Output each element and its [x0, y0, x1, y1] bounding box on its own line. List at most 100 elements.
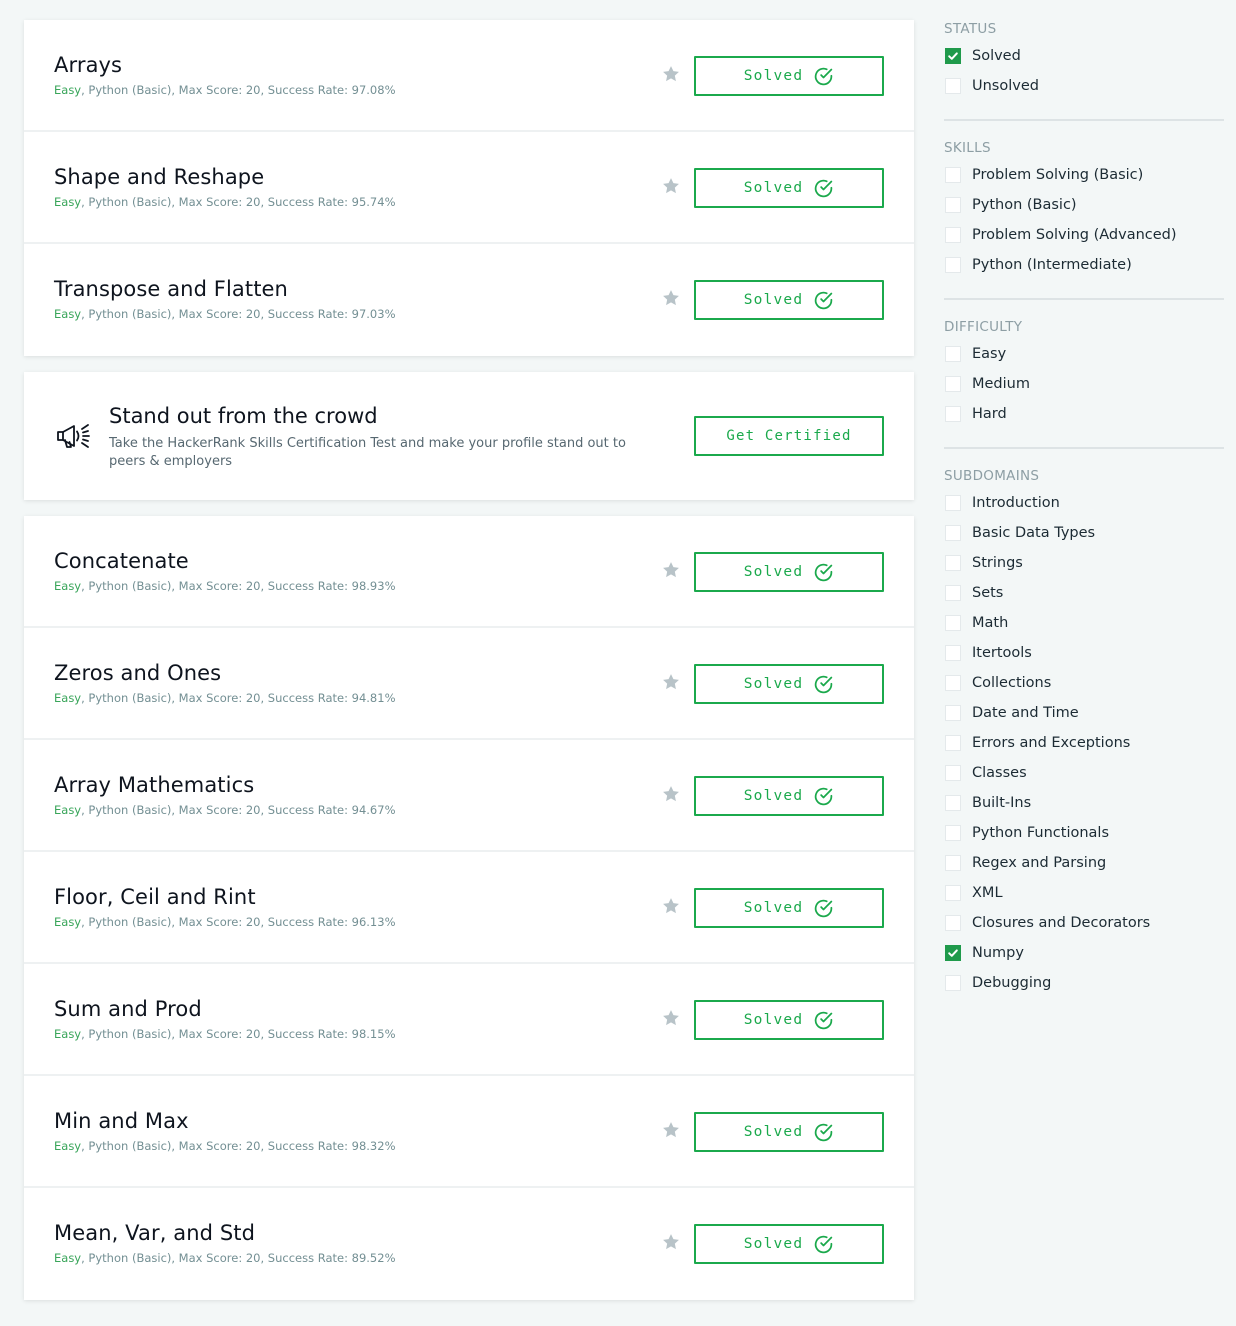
- challenge-title[interactable]: Sum and Prod: [54, 997, 202, 1021]
- filter-option[interactable]: Built-Ins: [944, 788, 1224, 818]
- challenge-group: Arrays Easy, Python (Basic), Max Score: 2…: [24, 20, 914, 356]
- checkbox[interactable]: [945, 855, 961, 871]
- filter-option[interactable]: Python Functionals: [944, 818, 1224, 848]
- filter-option[interactable]: Strings: [944, 548, 1224, 578]
- filter-section-subdomains: SUBDOMAINS Introduction Basic Data Types St…: [944, 467, 1224, 1016]
- filter-option[interactable]: Classes: [944, 758, 1224, 788]
- filter-option[interactable]: Date and Time: [944, 698, 1224, 728]
- challenge-card[interactable]: Mean, Var, and Std Easy, Python (Basic), …: [24, 1188, 914, 1300]
- checkbox[interactable]: [945, 346, 961, 362]
- filter-option[interactable]: Hard: [944, 399, 1224, 429]
- checkbox[interactable]: [945, 78, 961, 94]
- filter-option[interactable]: Unsolved: [944, 71, 1224, 101]
- star-icon[interactable]: [661, 64, 681, 84]
- challenge-card[interactable]: Transpose and Flatten Easy, Python (Basic…: [24, 244, 914, 356]
- filter-option[interactable]: Introduction: [944, 488, 1224, 518]
- star-icon[interactable]: [661, 896, 681, 916]
- filter-option[interactable]: Errors and Exceptions: [944, 728, 1224, 758]
- filter-option[interactable]: Problem Solving (Advanced): [944, 220, 1224, 250]
- filter-option[interactable]: Collections: [944, 668, 1224, 698]
- challenge-title[interactable]: Transpose and Flatten: [54, 277, 288, 301]
- checkbox[interactable]: [945, 915, 961, 931]
- checkbox[interactable]: [945, 825, 961, 841]
- star-icon[interactable]: [661, 560, 681, 580]
- checkbox[interactable]: [945, 257, 961, 273]
- challenge-card[interactable]: Min and Max Easy, Python (Basic), Max Sco…: [24, 1076, 914, 1188]
- filter-option[interactable]: Medium: [944, 369, 1224, 399]
- checkbox[interactable]: [945, 945, 961, 961]
- challenge-card[interactable]: Sum and Prod Easy, Python (Basic), Max Sc…: [24, 964, 914, 1076]
- checkbox[interactable]: [945, 645, 961, 661]
- challenge-card[interactable]: Floor, Ceil and Rint Easy, Python (Basic)…: [24, 852, 914, 964]
- solved-button[interactable]: Solved: [694, 776, 884, 816]
- challenge-meta: Easy, Python (Basic), Max Score: 20, Suc…: [54, 803, 396, 817]
- star-icon[interactable]: [661, 1120, 681, 1140]
- solved-button[interactable]: Solved: [694, 56, 884, 96]
- solved-button[interactable]: Solved: [694, 280, 884, 320]
- star-icon[interactable]: [661, 784, 681, 804]
- filter-section-skills: SKILLS Problem Solving (Basic) Python (Bas…: [944, 139, 1224, 300]
- get-certified-button[interactable]: Get Certified: [694, 416, 884, 456]
- challenge-title[interactable]: Arrays: [54, 53, 122, 77]
- filter-option[interactable]: Problem Solving (Basic): [944, 160, 1224, 190]
- filter-option[interactable]: Basic Data Types: [944, 518, 1224, 548]
- filter-option[interactable]: Closures and Decorators: [944, 908, 1224, 938]
- challenge-title[interactable]: Mean, Var, and Std: [54, 1221, 255, 1245]
- challenge-card[interactable]: Concatenate Easy, Python (Basic), Max Sco…: [24, 516, 914, 628]
- solved-button[interactable]: Solved: [694, 1112, 884, 1152]
- filter-option[interactable]: Easy: [944, 339, 1224, 369]
- filter-option[interactable]: Solved: [944, 41, 1224, 71]
- filter-option[interactable]: Debugging: [944, 968, 1224, 998]
- checkbox[interactable]: [945, 975, 961, 991]
- challenge-card[interactable]: Arrays Easy, Python (Basic), Max Score: 2…: [24, 20, 914, 132]
- challenge-card[interactable]: Shape and Reshape Easy, Python (Basic), M…: [24, 132, 914, 244]
- checkbox[interactable]: [945, 735, 961, 751]
- star-icon[interactable]: [661, 672, 681, 692]
- filter-option[interactable]: Numpy: [944, 938, 1224, 968]
- star-icon[interactable]: [661, 176, 681, 196]
- checkbox[interactable]: [945, 885, 961, 901]
- checkbox[interactable]: [945, 406, 961, 422]
- difficulty-label: Easy: [54, 83, 82, 97]
- filter-option[interactable]: Python (Intermediate): [944, 250, 1224, 280]
- solved-button[interactable]: Solved: [694, 888, 884, 928]
- challenge-title[interactable]: Floor, Ceil and Rint: [54, 885, 256, 909]
- checkbox[interactable]: [945, 167, 961, 183]
- filter-option[interactable]: Sets: [944, 578, 1224, 608]
- filter-option[interactable]: Python (Basic): [944, 190, 1224, 220]
- checkbox[interactable]: [945, 197, 961, 213]
- solved-button[interactable]: Solved: [694, 168, 884, 208]
- filter-option[interactable]: Itertools: [944, 638, 1224, 668]
- challenge-card[interactable]: Array Mathematics Easy, Python (Basic), M…: [24, 740, 914, 852]
- filter-option[interactable]: Math: [944, 608, 1224, 638]
- checkbox[interactable]: [945, 795, 961, 811]
- challenge-title[interactable]: Zeros and Ones: [54, 661, 221, 685]
- filter-option[interactable]: XML: [944, 878, 1224, 908]
- checkbox[interactable]: [945, 376, 961, 392]
- challenge-title[interactable]: Shape and Reshape: [54, 165, 264, 189]
- star-icon[interactable]: [661, 288, 681, 308]
- checkbox[interactable]: [945, 555, 961, 571]
- challenge-title[interactable]: Array Mathematics: [54, 773, 254, 797]
- filter-option[interactable]: Regex and Parsing: [944, 848, 1224, 878]
- challenge-card[interactable]: Zeros and Ones Easy, Python (Basic), Max …: [24, 628, 914, 740]
- checkbox[interactable]: [945, 227, 961, 243]
- solved-button[interactable]: Solved: [694, 1224, 884, 1264]
- star-icon[interactable]: [661, 1008, 681, 1028]
- solved-button[interactable]: Solved: [694, 664, 884, 704]
- solved-button[interactable]: Solved: [694, 1000, 884, 1040]
- checkbox[interactable]: [945, 585, 961, 601]
- checkbox[interactable]: [945, 48, 961, 64]
- checkmark-icon: [947, 947, 959, 959]
- solved-button[interactable]: Solved: [694, 552, 884, 592]
- megaphone-icon: [57, 424, 90, 448]
- checkbox[interactable]: [945, 675, 961, 691]
- challenge-title[interactable]: Min and Max: [54, 1109, 189, 1133]
- checkbox[interactable]: [945, 495, 961, 511]
- checkbox[interactable]: [945, 705, 961, 721]
- challenge-title[interactable]: Concatenate: [54, 549, 189, 573]
- checkbox[interactable]: [945, 615, 961, 631]
- checkbox[interactable]: [945, 765, 961, 781]
- checkbox[interactable]: [945, 525, 961, 541]
- star-icon[interactable]: [661, 1232, 681, 1252]
